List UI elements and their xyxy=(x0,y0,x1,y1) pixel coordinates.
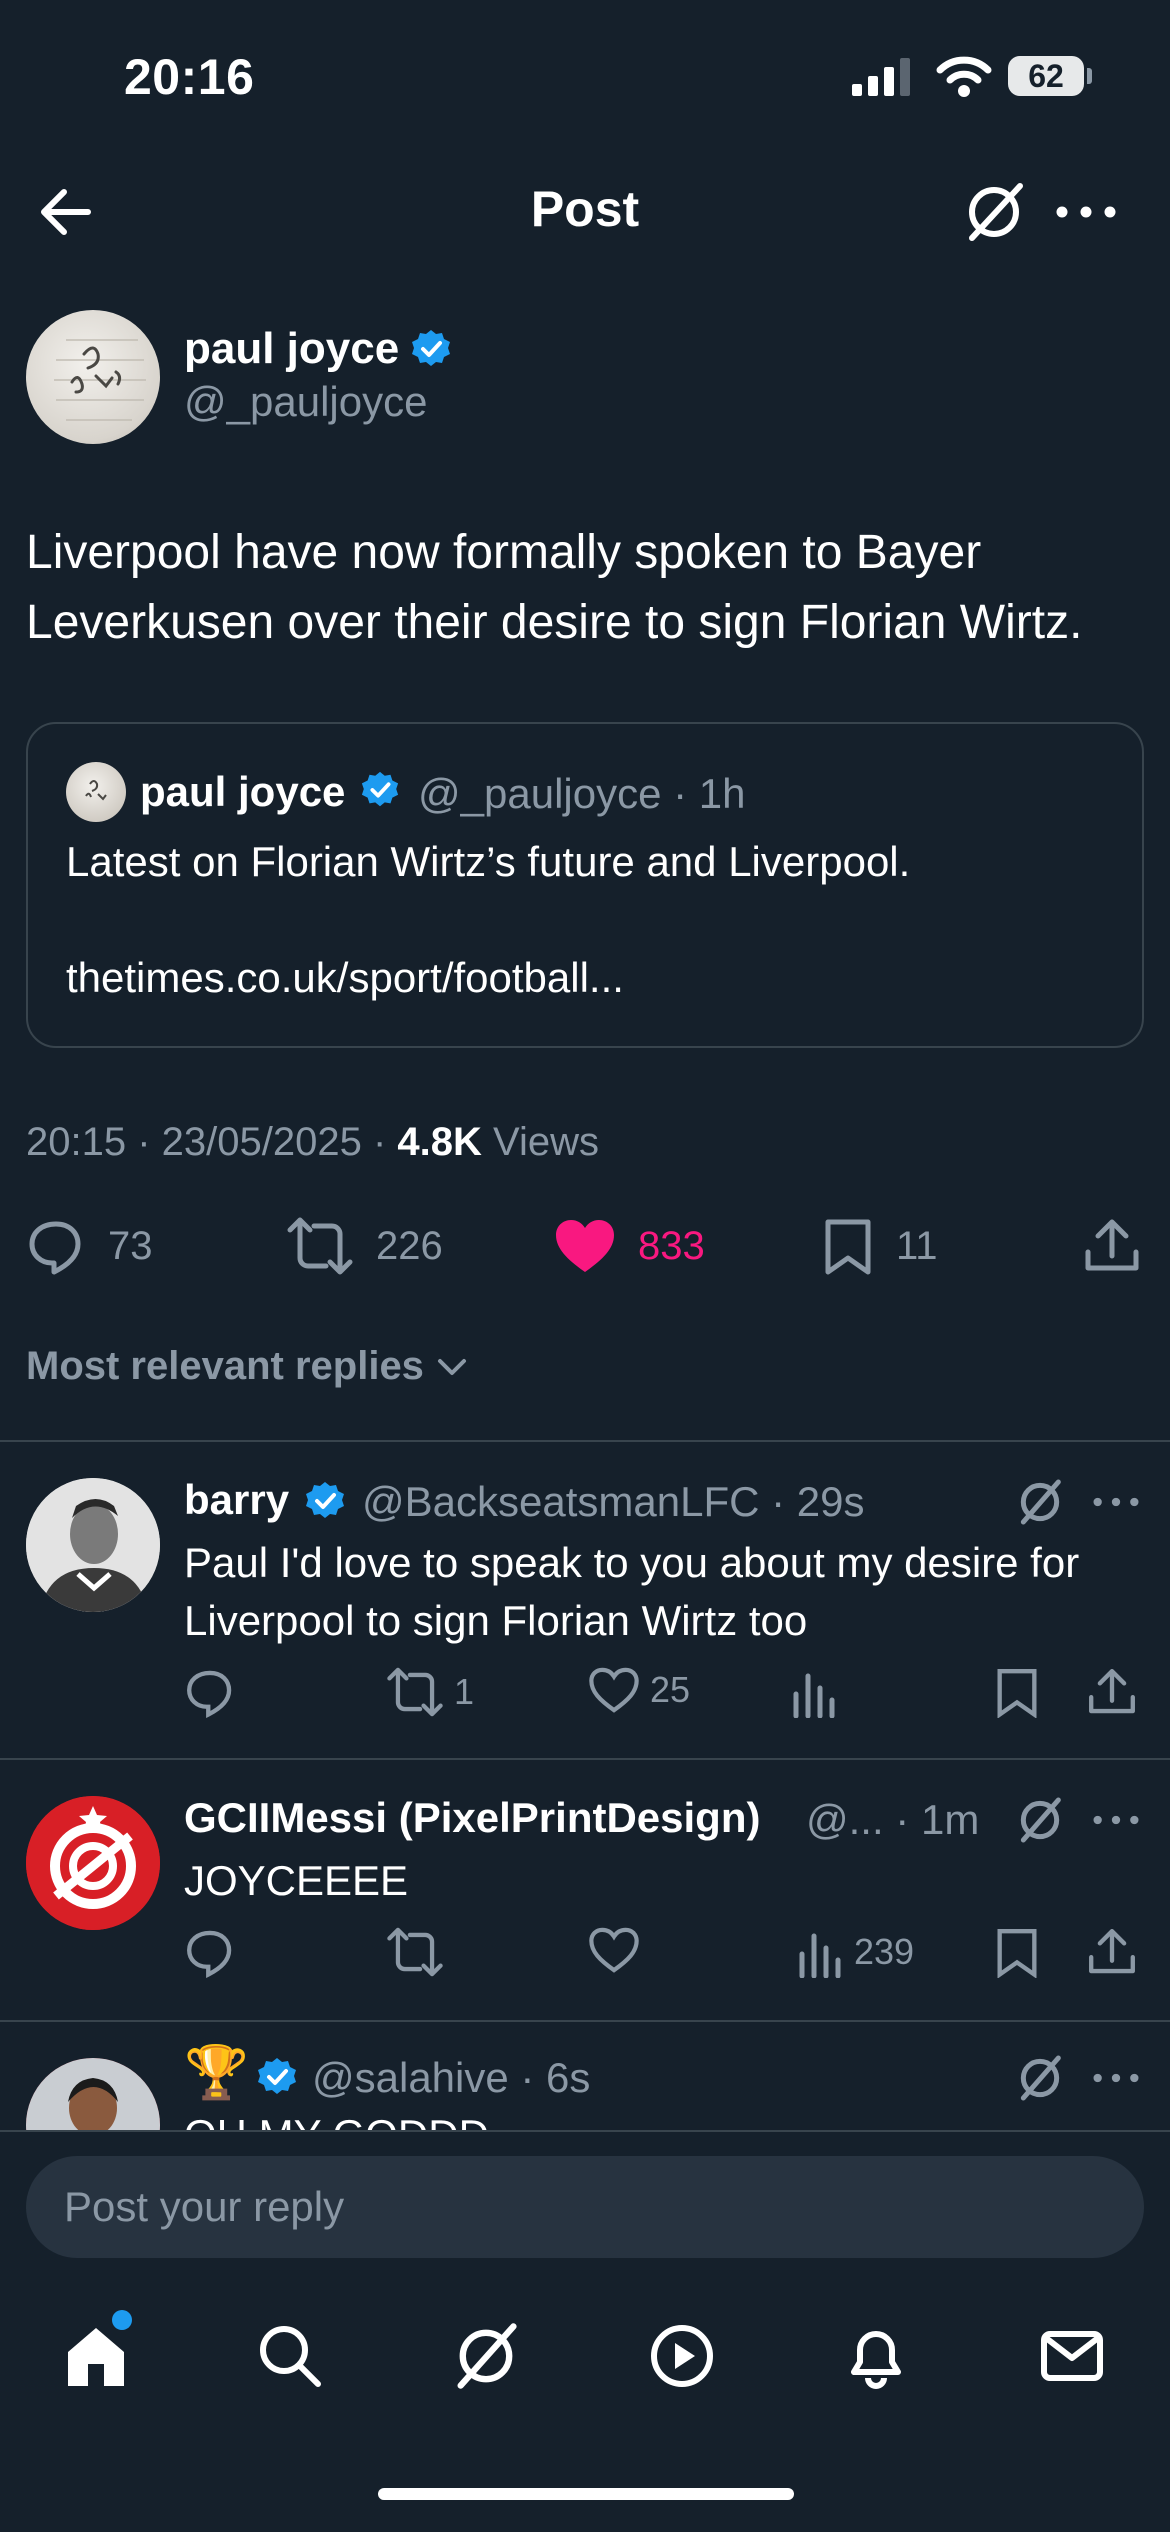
heart-icon xyxy=(589,1667,639,1713)
quoted-post-card[interactable]: paul joyce @_pauljoyce · 1h Latest on Fl… xyxy=(26,722,1144,1048)
reply-repost-button[interactable]: 1 xyxy=(386,1666,474,1718)
reply-input[interactable] xyxy=(26,2156,1144,2258)
quoted-handle-time: @_pauljoyce · 1h xyxy=(418,770,746,817)
reply-author-name[interactable]: barry xyxy=(184,1476,289,1524)
new-posts-indicator xyxy=(112,2310,132,2330)
share-icon xyxy=(1089,1929,1135,1974)
bookmark-icon xyxy=(997,1929,1037,1978)
signal-icon xyxy=(852,58,916,98)
more-options-icon[interactable] xyxy=(1086,2048,1146,2108)
status-time: 20:16 xyxy=(124,49,255,105)
repost-count: 226 xyxy=(376,1223,443,1268)
reply-handle-time: @BackseatsmanLFC · 29s xyxy=(362,1478,865,1525)
reply-view-count: 239 xyxy=(854,1931,915,1972)
analytics-icon xyxy=(793,1673,835,1718)
reply-icon xyxy=(187,1670,232,1718)
bookmark-button[interactable]: 11 xyxy=(822,1214,938,1278)
reply-avatar[interactable] xyxy=(26,2058,160,2132)
reply-item[interactable]: barry @BackseatsmanLFC · 29s Paul I'd lo… xyxy=(0,1442,1170,1758)
share-button[interactable] xyxy=(1082,1214,1142,1278)
like-count: 833 xyxy=(638,1223,705,1268)
battery-cap xyxy=(1087,68,1092,84)
reply-bookmark-button[interactable] xyxy=(994,1926,1040,1978)
reply-item[interactable]: GCIIMessi (PixelPrintDesign) @... · 1m J… xyxy=(0,1760,1170,2020)
more-options-icon[interactable] xyxy=(1050,176,1122,248)
verified-badge-icon xyxy=(410,328,452,370)
reply-avatar[interactable] xyxy=(26,1796,160,1930)
reply-icon xyxy=(187,1930,232,1978)
bookmark-icon xyxy=(825,1219,871,1275)
reply-handle-time: @... · 1m xyxy=(806,1796,980,1843)
reply-repost-count: 1 xyxy=(454,1671,475,1712)
more-options-icon[interactable] xyxy=(1086,1472,1146,1532)
reply-item[interactable]: 🏆 @salahive · 6s OH MY GODDD xyxy=(0,2022,1170,2132)
verified-badge-icon xyxy=(360,770,400,810)
reply-like-button[interactable]: 25 xyxy=(588,1666,690,1714)
reply-text: JOYCEEEE xyxy=(184,1857,409,1904)
reply-repost-button[interactable] xyxy=(386,1926,454,1978)
reply-button[interactable]: 73 xyxy=(26,1214,153,1278)
reply-sort-label: Most relevant replies xyxy=(26,1344,424,1388)
bookmark-icon xyxy=(997,1669,1037,1718)
repost-button[interactable]: 226 xyxy=(286,1214,443,1278)
quoted-link[interactable]: thetimes.co.uk/sport/football... xyxy=(66,954,624,1002)
reply-bookmark-button[interactable] xyxy=(994,1666,1040,1718)
post-time-date: 20:15 · 23/05/2025 · xyxy=(26,1120,398,1164)
reply-handle-time: @salahive · 6s xyxy=(312,2054,591,2101)
reply-reply-button[interactable] xyxy=(184,1666,246,1718)
quoted-author-avatar xyxy=(66,762,126,822)
video-icon[interactable] xyxy=(642,2316,722,2396)
battery-level: 62 xyxy=(1028,58,1064,94)
reply-views-button[interactable] xyxy=(790,1666,848,1718)
battery-icon: 62 xyxy=(1008,56,1084,96)
chevron-down-icon xyxy=(437,1358,466,1375)
grok-icon[interactable] xyxy=(446,2316,526,2396)
reply-sort-dropdown[interactable]: Most relevant replies xyxy=(26,1344,472,1389)
author-avatar[interactable] xyxy=(26,310,160,444)
post-timestamp-views: 20:15 · 23/05/2025 · 4.8K Views xyxy=(26,1120,599,1165)
share-icon xyxy=(1089,1669,1135,1714)
search-icon[interactable] xyxy=(250,2316,330,2396)
reply-author-name[interactable]: GCIIMessi (PixelPrintDesign) xyxy=(184,1794,760,1842)
reply-like-count: 25 xyxy=(650,1669,691,1710)
verified-badge-icon xyxy=(256,2056,298,2098)
wifi-icon xyxy=(936,54,992,98)
repost-icon xyxy=(387,1667,443,1717)
reply-views-button[interactable]: 239 xyxy=(796,1926,914,1978)
author-handle[interactable]: @_pauljoyce xyxy=(184,378,427,426)
reply-icon xyxy=(29,1221,81,1275)
bookmark-count: 11 xyxy=(896,1223,938,1268)
grok-icon[interactable] xyxy=(1010,1790,1070,1850)
reply-author-name[interactable]: 🏆 xyxy=(184,2042,249,2103)
reply-avatar[interactable] xyxy=(26,1478,160,1612)
heart-icon xyxy=(589,1927,639,1973)
repost-icon xyxy=(287,1217,353,1275)
messages-icon[interactable] xyxy=(1032,2316,1112,2396)
more-options-icon[interactable] xyxy=(1086,1790,1146,1850)
reply-like-button[interactable] xyxy=(588,1926,650,1974)
reply-count: 73 xyxy=(108,1223,153,1268)
share-icon xyxy=(1085,1219,1139,1271)
reply-share-button[interactable] xyxy=(1086,1666,1138,1718)
grok-icon[interactable] xyxy=(1010,1472,1070,1532)
quoted-text: Latest on Florian Wirtz’s future and Liv… xyxy=(66,838,911,885)
repost-icon xyxy=(387,1927,443,1977)
reply-share-button[interactable] xyxy=(1086,1926,1138,1978)
verified-badge-icon xyxy=(304,1480,346,1522)
heart-filled-icon xyxy=(556,1220,614,1272)
grok-icon[interactable] xyxy=(958,176,1030,248)
notifications-icon[interactable] xyxy=(836,2316,916,2396)
reply-text: Paul I'd love to speak to you about my d… xyxy=(184,1539,1080,1644)
analytics-icon xyxy=(799,1933,841,1978)
like-button[interactable]: 833 xyxy=(554,1214,705,1278)
author-name[interactable]: paul joyce xyxy=(184,324,399,374)
reply-reply-button[interactable] xyxy=(184,1926,246,1978)
views-label: Views xyxy=(481,1120,599,1164)
quoted-author-name: paul joyce xyxy=(140,768,346,815)
post-text: Liverpool have now formally spoken to Ba… xyxy=(26,526,1083,649)
grok-icon[interactable] xyxy=(1010,2048,1070,2108)
views-count: 4.8K xyxy=(397,1120,482,1164)
reply-text: OH MY GODDD xyxy=(184,2106,1154,2132)
home-indicator xyxy=(378,2488,794,2500)
